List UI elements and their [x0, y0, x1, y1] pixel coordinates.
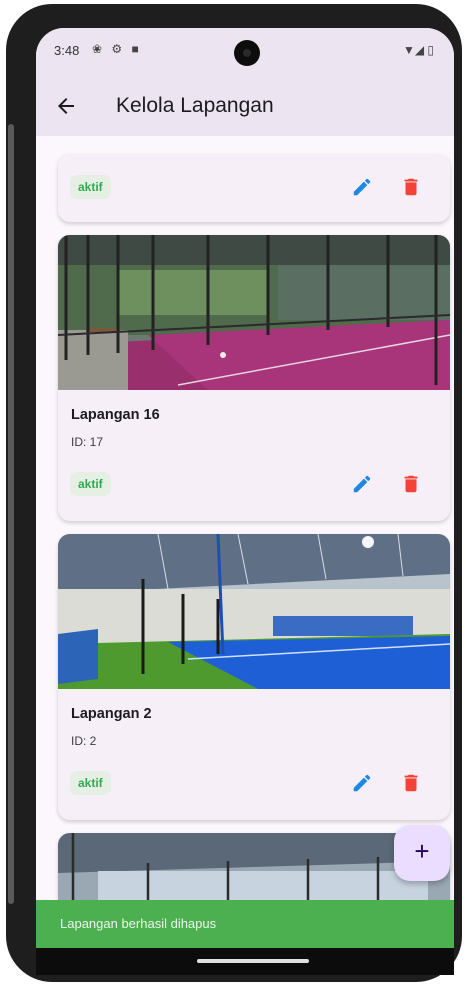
phone-frame: 3:48 ❀ ⚙ ■ ▼◢ ▯ Kelola Lapangan aktif La… [6, 4, 462, 982]
pink-court-photo [58, 235, 450, 390]
arrow-back-icon[interactable] [54, 94, 78, 118]
court-id: ID: 17 [71, 435, 104, 449]
camera-cutout [234, 40, 260, 66]
court-card: aktif [58, 154, 450, 222]
edit-icon[interactable] [351, 473, 373, 495]
snackbar-message: Lapangan berhasil dihapus [60, 916, 217, 931]
court-name: Lapangan 2 [71, 706, 152, 722]
court-list: aktif Lapangan 16 ID: 17 aktif Lapangan … [36, 136, 454, 975]
status-time: 3:48 [54, 43, 80, 58]
status-bar: 3:48 ❀ ⚙ ■ ▼◢ ▯ [36, 28, 454, 74]
status-badge: aktif [70, 175, 111, 199]
delete-icon[interactable] [400, 176, 422, 198]
court-id: ID: 2 [71, 734, 97, 748]
status-badge: aktif [70, 472, 111, 496]
signal-battery-icons: ▼◢ ▯ [402, 43, 434, 57]
device-screen: 3:48 ❀ ⚙ ■ ▼◢ ▯ Kelola Lapangan aktif La… [36, 28, 454, 975]
notification-icons: ❀ ⚙ ■ [92, 42, 142, 56]
court-card: Lapangan 16 ID: 17 aktif [58, 235, 450, 521]
snackbar: Lapangan berhasil dihapus [36, 900, 454, 948]
court-card: Lapangan 2 ID: 2 aktif [58, 534, 450, 820]
delete-icon[interactable] [400, 473, 422, 495]
add-icon: + [414, 836, 430, 866]
delete-icon[interactable] [400, 772, 422, 794]
home-gesture-handle[interactable] [197, 959, 309, 963]
app-bar: Kelola Lapangan [36, 74, 454, 136]
edit-icon[interactable] [351, 176, 373, 198]
status-badge: aktif [70, 771, 111, 795]
system-nav-bar [36, 948, 454, 975]
phone-side-button [8, 124, 14, 904]
blue-court-photo [58, 534, 450, 689]
page-title: Kelola Lapangan [116, 94, 274, 117]
add-court-button[interactable]: + [394, 825, 450, 881]
edit-icon[interactable] [351, 772, 373, 794]
court-name: Lapangan 16 [71, 407, 160, 423]
top-app-area: 3:48 ❀ ⚙ ■ ▼◢ ▯ Kelola Lapangan [36, 28, 454, 136]
